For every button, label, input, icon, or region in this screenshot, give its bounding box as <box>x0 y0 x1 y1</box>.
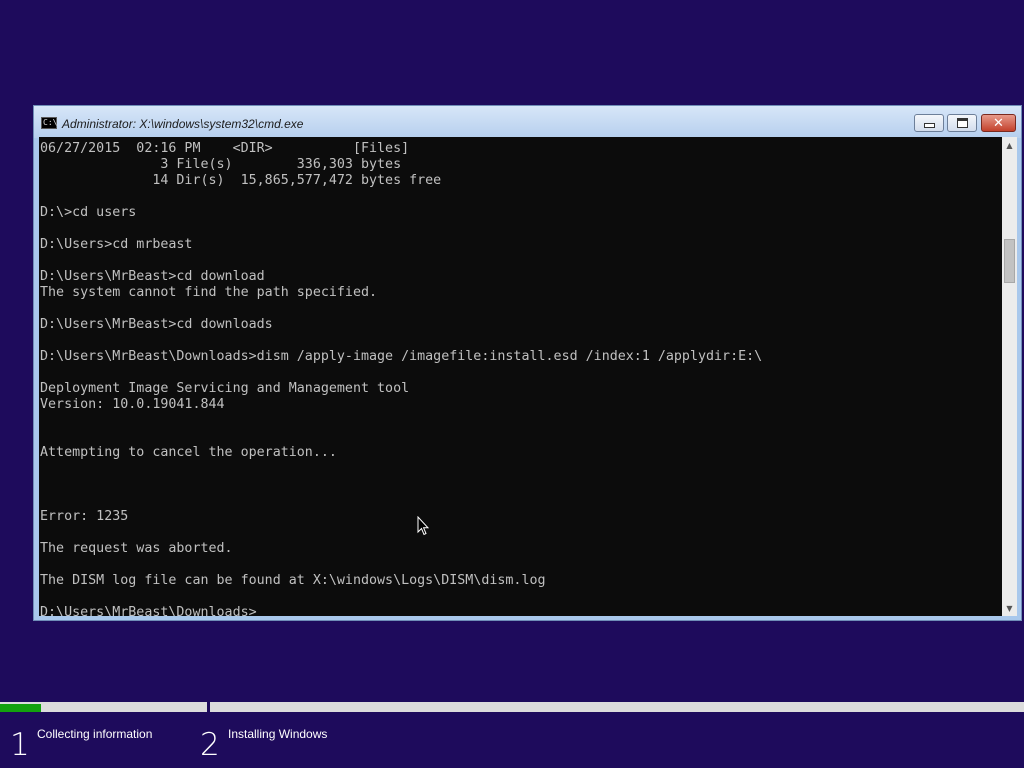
cmd-window: C:\ Administrator: X:\windows\system32\c… <box>33 105 1022 621</box>
console-line: 06/27/2015 02:16 PM <DIR> [Files] <box>40 141 410 156</box>
console-line: 3 File(s) 336,303 bytes <box>40 157 402 172</box>
step-divider <box>207 700 210 714</box>
command-prompt-line[interactable]: D:\Users\MrBeast\Downloads> <box>40 605 1002 616</box>
console-line: 14 Dir(s) 15,865,577,472 bytes free <box>40 173 442 188</box>
console-line: Deployment Image Servicing and Managemen… <box>40 381 410 396</box>
setup-progress-fill <box>0 704 41 712</box>
close-icon: ✕ <box>993 115 1004 131</box>
maximize-icon <box>956 118 968 128</box>
cmd-app-icon[interactable]: C:\ <box>41 117 57 129</box>
console-line: Version: 10.0.19041.844 <box>40 397 225 412</box>
console-output[interactable]: 06/27/2015 02:16 PM <DIR> [Files] 3 File… <box>39 137 1002 616</box>
cmd-app-icon-label: C:\ <box>43 118 58 127</box>
mouse-pointer-icon <box>417 516 429 536</box>
step-2-number: 2 <box>200 727 220 763</box>
console-line: D:\>cd users <box>40 205 137 220</box>
title-bar[interactable]: C:\ Administrator: X:\windows\system32\c… <box>34 106 1021 138</box>
minimize-button[interactable] <box>914 114 944 132</box>
minimize-icon <box>923 123 935 128</box>
close-button[interactable]: ✕ <box>981 114 1016 132</box>
command-prompt: D:\Users\MrBeast\Downloads> <box>40 605 257 616</box>
scroll-down-arrow-icon[interactable]: ▼ <box>1002 600 1017 616</box>
console-line: Attempting to cancel the operation... <box>40 445 337 460</box>
console-line: D:\Users\MrBeast>cd downloads <box>40 317 273 332</box>
console-line: The system cannot find the path specifie… <box>40 285 378 300</box>
scroll-up-arrow-icon[interactable]: ▲ <box>1002 137 1017 153</box>
step-1-label: Collecting information <box>37 727 153 741</box>
console-line: D:\Users>cd mrbeast <box>40 237 193 252</box>
console-line: The request was aborted. <box>40 541 233 556</box>
step-2-label: Installing Windows <box>228 727 328 741</box>
console-line: The DISM log file can be found at X:\win… <box>40 573 546 588</box>
step-1-number: 1 <box>10 727 30 763</box>
console-line: D:\Users\MrBeast>cd download <box>40 269 265 284</box>
maximize-button[interactable] <box>947 114 977 132</box>
setup-progress-bar <box>0 702 1024 712</box>
vertical-scrollbar[interactable]: ▲ ▼ <box>1002 137 1017 616</box>
console-line: D:\Users\MrBeast\Downloads>dism /apply-i… <box>40 349 763 364</box>
scroll-thumb[interactable] <box>1004 239 1015 283</box>
window-title: Administrator: X:\windows\system32\cmd.e… <box>62 117 304 131</box>
console-text: 06/27/2015 02:16 PM <DIR> [Files] 3 File… <box>39 137 1002 616</box>
console-line: Error: 1235 <box>40 509 129 524</box>
